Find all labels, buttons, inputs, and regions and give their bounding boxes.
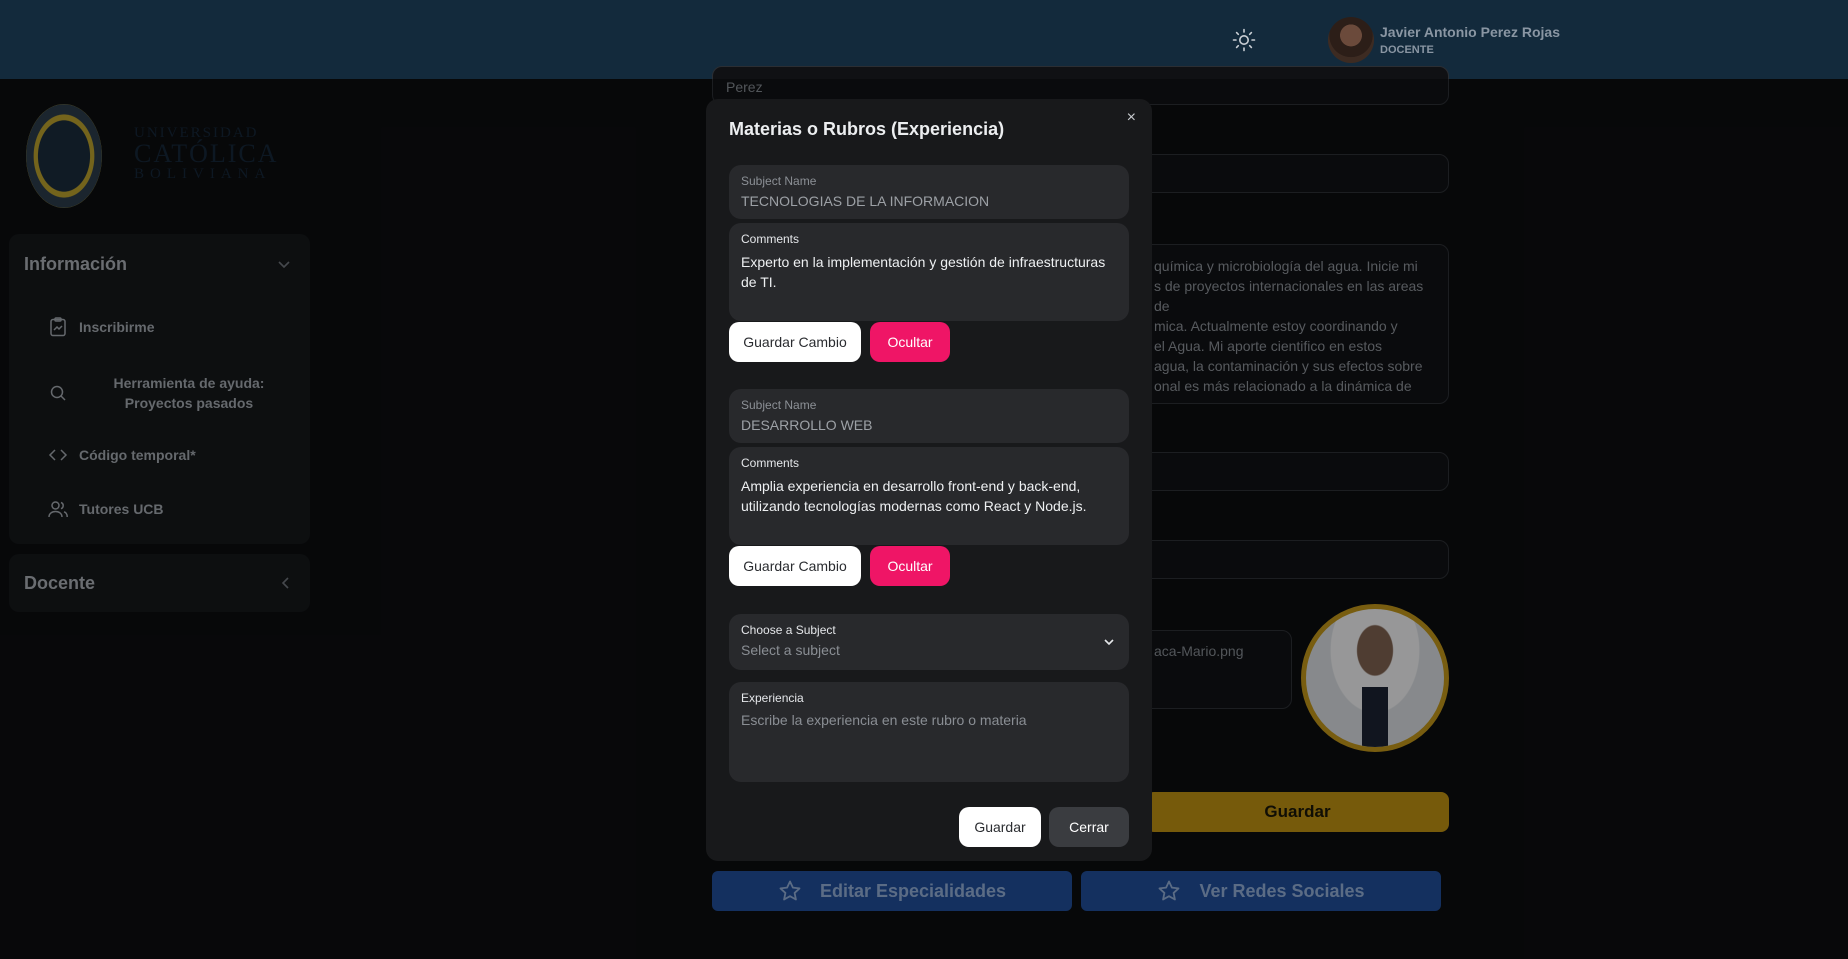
subject-select[interactable]: Choose a Subject Select a subject [729, 614, 1129, 670]
sidebar-item-inscribirme[interactable]: Inscribirme [47, 316, 154, 338]
code-icon [48, 449, 68, 461]
sidebar-item-label: Tutores UCB [79, 501, 164, 517]
bio-line: onal es más relacionado a la dinámica de [1154, 378, 1412, 394]
user-role: DOCENTE [1380, 44, 1434, 56]
sidebar-item-label: Inscribirme [79, 319, 155, 335]
field-label: Subject Name [741, 174, 817, 188]
users-icon [48, 501, 68, 518]
field-label: Experiencia [741, 691, 804, 705]
edit-specialties-button[interactable]: Editar Especialidades [712, 871, 1072, 911]
university-logo-text: UNIVERSIDAD CATÓLICA BOLIVIANA [134, 126, 279, 182]
sidebar-docente-header[interactable]: Docente [24, 573, 95, 594]
star-icon [779, 880, 801, 901]
modal-title: Materias o Rubros (Experiencia) [729, 119, 1005, 139]
subject-select-value: Select a subject [741, 642, 840, 658]
chevron-down-icon [1104, 639, 1114, 646]
comments-field[interactable]: Comments Amplia experiencia en desarroll… [729, 447, 1129, 545]
bio-line: el Agua. Mi aporte cientifico en estos [1154, 338, 1383, 354]
view-social-button[interactable]: Ver Redes Sociales [1081, 871, 1441, 911]
star-icon [1159, 880, 1180, 901]
save-change-button[interactable]: Guardar Cambio [729, 322, 861, 362]
profile-save-button[interactable]: Guardar [1146, 792, 1449, 832]
sidebar-item-tutores[interactable]: Tutores UCB [47, 498, 164, 520]
chevron-down-icon[interactable] [277, 258, 291, 272]
subject-name-value: TECNOLOGIAS DE LA INFORMACION [741, 193, 990, 209]
logo-line-2: CATÓLICA [134, 139, 279, 168]
university-seal-logo [26, 104, 102, 208]
search-icon [50, 385, 66, 401]
save-change-button[interactable]: Guardar Cambio [729, 546, 861, 586]
sidebar-item-label: Código temporal* [79, 447, 196, 463]
user-name: Javier Antonio Perez Rojas [1380, 24, 1560, 40]
subject-name-field[interactable]: Subject Name TECNOLOGIAS DE LA INFORMACI… [729, 165, 1129, 219]
sidebar-docente-section: Docente [9, 554, 310, 612]
sidebar-info-header[interactable]: Información [24, 254, 127, 275]
sidebar-info-section: Información Inscribirme Herramienta de a… [9, 234, 310, 544]
profile-photo [1301, 604, 1449, 752]
close-button[interactable]: Cerrar [1049, 807, 1129, 847]
last-name-value: Perez [726, 79, 763, 95]
comments-field[interactable]: Comments Experto en la implementación y … [729, 223, 1129, 321]
sidebar-item-codigo-temporal[interactable]: Código temporal* [47, 444, 196, 466]
experience-placeholder: Escribe la experiencia en este rubro o m… [741, 712, 1027, 728]
logo-line-3: BOLIVIANA [134, 166, 272, 182]
field-label: Comments [741, 456, 800, 470]
hide-button[interactable]: Ocultar [870, 546, 950, 586]
bio-text: química y microbiología del agua. Inicie… [1154, 256, 1434, 396]
edit-specialties-label: Editar Especialidades [819, 880, 1007, 901]
hide-button[interactable]: Ocultar [870, 322, 950, 362]
comments-value: Amplia experiencia en desarrollo front-e… [741, 478, 1087, 514]
sidebar-item-label-line1: Herramienta de ayuda: [113, 375, 265, 391]
bio-line: s de proyectos internacionales en las ar… [1154, 278, 1424, 314]
field-label: Comments [741, 232, 800, 246]
subject-name-field[interactable]: Subject Name DESARROLLO WEB [729, 389, 1129, 443]
experience-textarea[interactable]: Experiencia Escribe la experiencia en es… [729, 682, 1129, 782]
save-button[interactable]: Guardar [959, 807, 1041, 847]
field-label: Choose a Subject [741, 623, 836, 637]
subject-name-value: DESARROLLO WEB [741, 417, 873, 433]
chevron-left-icon[interactable] [279, 576, 293, 590]
sidebar-item-herramienta[interactable]: Herramienta de ayuda: Proyectos pasados [47, 373, 289, 413]
sidebar-item-label-line2: Proyectos pasados [124, 395, 254, 411]
theme-toggle-sun-icon[interactable] [1232, 28, 1256, 52]
user-avatar[interactable] [1328, 17, 1374, 63]
photo-file-name: aca-Mario.png [1154, 643, 1244, 659]
view-social-label: Ver Redes Sociales [1199, 880, 1365, 901]
bio-line: agua, la contaminación y sus efectos sob… [1154, 358, 1423, 374]
bio-line: mica. Actualmente estoy coordinando y [1154, 318, 1398, 334]
close-icon[interactable]: × [1127, 109, 1136, 127]
field-label: Subject Name [741, 398, 817, 412]
clipboard-icon [50, 317, 66, 337]
comments-value: Experto en la implementación y gestión d… [741, 254, 1106, 290]
bio-line: química y microbiología del agua. Inicie… [1154, 258, 1418, 274]
experience-modal: Materias o Rubros (Experiencia) × Subjec… [706, 99, 1152, 861]
